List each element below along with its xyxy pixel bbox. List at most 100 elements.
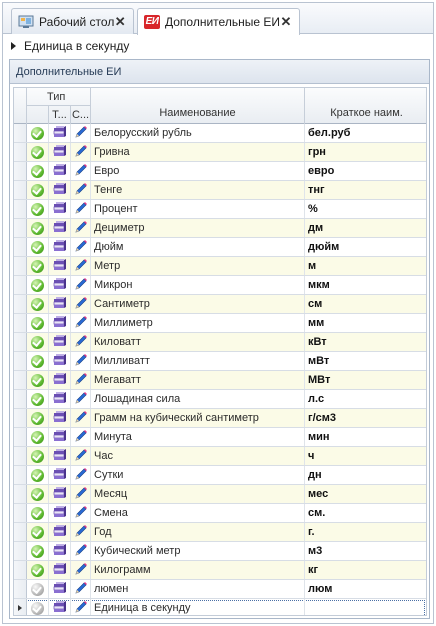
pencil-icon — [74, 258, 88, 275]
books-icon — [53, 334, 67, 351]
books-icon — [53, 524, 67, 541]
row-indicator[interactable] — [14, 352, 27, 370]
row-indicator[interactable] — [14, 219, 27, 237]
column-header-type3[interactable]: С... — [71, 106, 91, 124]
unit-short-name: % — [308, 203, 318, 215]
unit-short-name: тнг — [308, 184, 325, 196]
table-row[interactable]: Процент% — [14, 200, 426, 219]
unit-short-name: см. — [308, 507, 326, 519]
row-indicator[interactable] — [14, 257, 27, 275]
table-row[interactable]: Киловатт кВт — [14, 333, 426, 352]
table-row[interactable]: Грамм на кубический сантиметр г/см3 — [14, 409, 426, 428]
column-header-name[interactable]: Наименование — [91, 88, 305, 124]
table-row[interactable]: Минута мин — [14, 428, 426, 447]
pencil-icon — [74, 429, 88, 446]
table-row[interactable]: Единица в секунду — [14, 599, 426, 615]
unit-short-name: мес — [308, 488, 329, 500]
unit-short-name: г. — [308, 526, 315, 538]
pencil-icon — [74, 353, 88, 370]
table-row[interactable]: Метр м — [14, 257, 426, 276]
books-icon — [53, 562, 67, 579]
table-row[interactable]: Милливатт мВт — [14, 352, 426, 371]
unit-name: Метр — [91, 257, 305, 275]
books-icon — [53, 505, 67, 522]
unit-name: Евро — [91, 162, 305, 180]
tab-additional-units-label: Дополнительные ЕИ — [165, 15, 280, 29]
row-indicator[interactable] — [14, 124, 27, 142]
unit-name: Мегаватт — [91, 371, 305, 389]
pencil-icon — [74, 144, 88, 161]
unit-name: Грамм на кубический сантиметр — [91, 409, 305, 427]
row-indicator[interactable] — [14, 447, 27, 465]
unit-short-name: ч — [308, 450, 315, 462]
row-indicator[interactable] — [14, 333, 27, 351]
row-indicator[interactable] — [14, 504, 27, 522]
table-row[interactable]: Сантиметр см — [14, 295, 426, 314]
row-indicator[interactable] — [14, 466, 27, 484]
row-indicator[interactable] — [14, 276, 27, 294]
table-row[interactable]: люмен люм — [14, 580, 426, 599]
table-row[interactable]: Сутки дн — [14, 466, 426, 485]
table-row[interactable]: Год г. — [14, 523, 426, 542]
row-indicator[interactable] — [14, 523, 27, 541]
row-indicator[interactable] — [14, 599, 27, 615]
column-header-short[interactable]: Краткое наим. — [305, 88, 426, 124]
row-indicator[interactable] — [14, 542, 27, 560]
tab-additional-units[interactable]: EИ Дополнительные ЕИ ✕ — [137, 8, 300, 35]
unit-name: Процент — [91, 200, 305, 218]
table-row[interactable]: Микрон мкм — [14, 276, 426, 295]
table-row[interactable]: Тенге тнг — [14, 181, 426, 200]
column-header-type1[interactable] — [27, 106, 49, 124]
table-row[interactable]: Килограмм кг — [14, 561, 426, 580]
status-ok-icon — [31, 392, 44, 406]
row-indicator[interactable] — [14, 580, 27, 598]
row-indicator[interactable] — [14, 143, 27, 161]
table-row[interactable]: Миллиметр мм — [14, 314, 426, 333]
status-ok-icon — [31, 278, 44, 292]
table-row[interactable]: Дюйм дюйм — [14, 238, 426, 257]
table-row[interactable]: Час ч — [14, 447, 426, 466]
pencil-icon — [74, 296, 88, 313]
current-row-icon — [18, 605, 22, 611]
column-header-type2[interactable]: Т... — [49, 106, 71, 124]
tab-desktop[interactable]: Рабочий стол ✕ — [11, 8, 134, 34]
table-row[interactable]: Смена см. — [14, 504, 426, 523]
table-row[interactable]: Лошадиная сила л.с — [14, 390, 426, 409]
close-icon[interactable]: ✕ — [280, 15, 292, 29]
row-indicator[interactable] — [14, 162, 27, 180]
table-row[interactable]: Гривна грн — [14, 143, 426, 162]
row-indicator[interactable] — [14, 371, 27, 389]
row-indicator[interactable] — [14, 485, 27, 503]
unit-name: Дюйм — [91, 238, 305, 256]
pencil-icon — [74, 410, 88, 427]
pencil-icon — [74, 239, 88, 256]
books-icon — [53, 220, 67, 237]
status-ok-icon — [31, 525, 44, 539]
table-row[interactable]: Месяц мес — [14, 485, 426, 504]
table-row[interactable]: Кубический метр м3 — [14, 542, 426, 561]
pencil-icon — [74, 277, 88, 294]
row-indicator[interactable] — [14, 428, 27, 446]
row-indicator[interactable] — [14, 238, 27, 256]
row-indicator[interactable] — [14, 314, 27, 332]
breadcrumb[interactable]: Единица в секунду — [3, 35, 433, 57]
row-indicator[interactable] — [14, 409, 27, 427]
pencil-icon — [74, 524, 88, 541]
books-icon — [53, 467, 67, 484]
expand-arrow-icon[interactable] — [11, 42, 16, 50]
row-indicator[interactable] — [14, 561, 27, 579]
table-row[interactable]: Белорусский рубль бел.руб — [14, 124, 426, 143]
status-ok-icon — [31, 164, 44, 178]
close-icon[interactable]: ✕ — [114, 14, 126, 29]
table-row[interactable]: Мегаватт МВт — [14, 371, 426, 390]
status-ok-icon — [31, 202, 44, 216]
table-row[interactable]: Евро евро — [14, 162, 426, 181]
row-indicator[interactable] — [14, 181, 27, 199]
status-inactive-icon — [31, 601, 44, 615]
row-indicator[interactable] — [14, 390, 27, 408]
books-icon — [53, 239, 67, 256]
unit-name: Гривна — [91, 143, 305, 161]
row-indicator[interactable] — [14, 295, 27, 313]
table-row[interactable]: Дециметр дм — [14, 219, 426, 238]
row-indicator[interactable] — [14, 200, 27, 218]
